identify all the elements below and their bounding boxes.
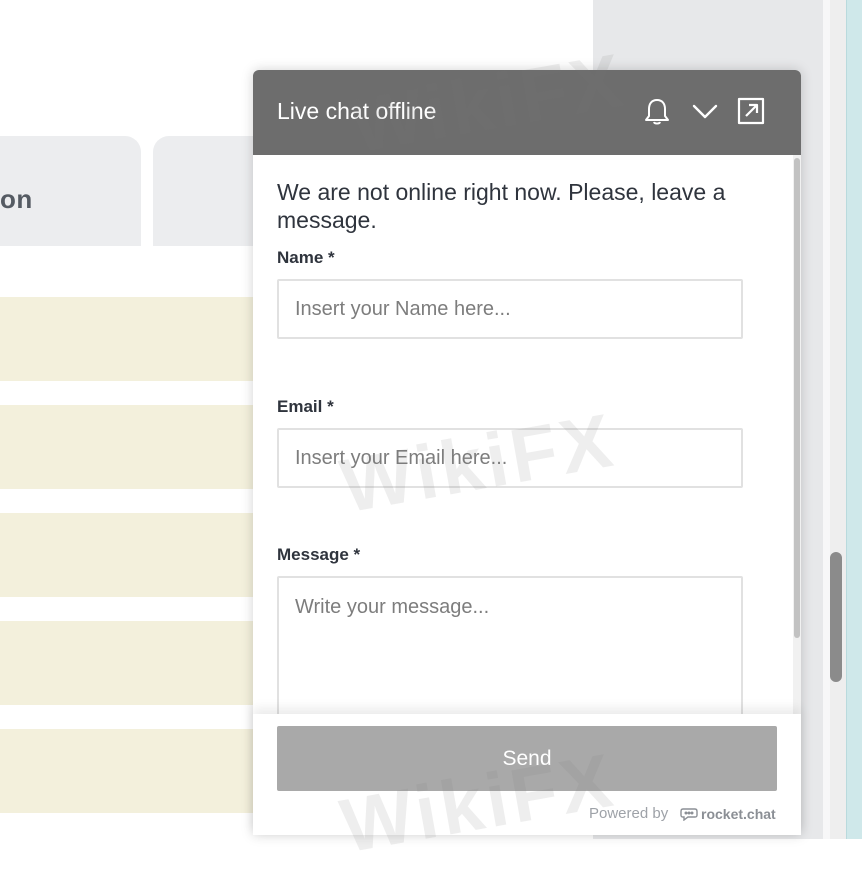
background-tab-label: on: [0, 184, 33, 214]
message-label: Message *: [277, 545, 361, 564]
page-scrollbar-thumb[interactable]: [830, 552, 842, 682]
popout-icon[interactable]: [736, 96, 766, 126]
page-scrollbar-track[interactable]: [830, 0, 846, 839]
email-field[interactable]: [277, 428, 743, 488]
background-edge: [846, 0, 862, 839]
chat-footer: Send Powered by rocket.chat: [253, 714, 801, 835]
name-field[interactable]: [277, 279, 743, 339]
powered-by-text: Powered by: [589, 805, 669, 822]
bell-icon[interactable]: [642, 96, 672, 126]
background-row: [0, 513, 270, 597]
chat-bubble-icon: [680, 808, 698, 821]
background-content: [0, 246, 270, 839]
brand-name: rocket.chat: [701, 806, 776, 822]
chat-title: Live chat offline: [277, 98, 437, 124]
rocketchat-logo[interactable]: rocket.chat: [680, 805, 776, 823]
background-divider: [823, 0, 830, 839]
background-row: [0, 729, 270, 813]
chat-scrollbar-thumb[interactable]: [794, 158, 800, 638]
email-label: Email *: [277, 397, 334, 416]
name-label: Name *: [277, 248, 335, 267]
send-button[interactable]: Send: [277, 726, 777, 791]
background-row: [0, 297, 270, 381]
background-row: [0, 405, 270, 489]
message-field[interactable]: [277, 576, 743, 726]
chevron-down-icon[interactable]: [690, 96, 720, 126]
chat-header[interactable]: Live chat offline: [253, 70, 801, 155]
offline-message: We are not online right now. Please, lea…: [277, 179, 726, 233]
background-row: [0, 621, 270, 705]
